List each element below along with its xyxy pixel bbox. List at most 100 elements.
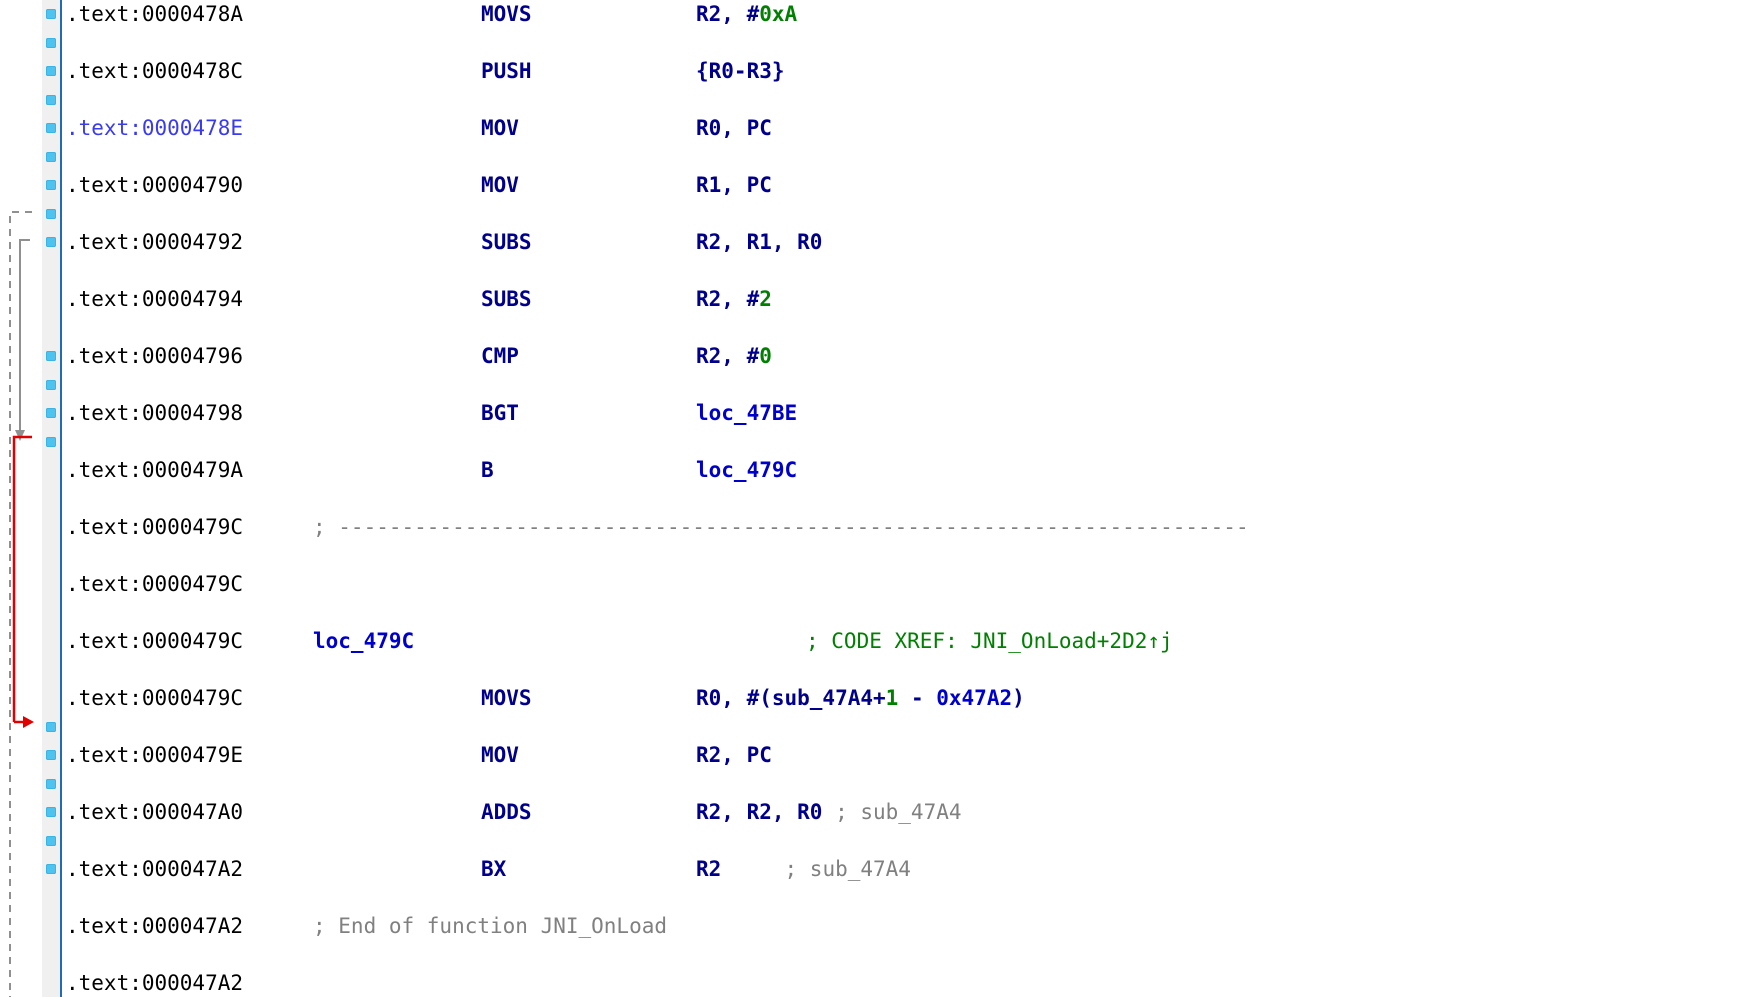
operand-immediate: 1 — [885, 686, 899, 710]
instruction-mnemonic[interactable]: SUBS — [481, 228, 532, 257]
operand-comment: ; sub_47A4 — [835, 800, 962, 824]
disasm-line[interactable]: .text:000047A2 — [66, 969, 1761, 997]
breakpoint-marker-icon[interactable] — [46, 721, 56, 732]
breakpoint-marker-icon[interactable] — [46, 408, 56, 418]
breakpoint-marker-icon[interactable] — [46, 123, 56, 133]
instruction-operands[interactable]: R2, #2 — [696, 285, 772, 314]
breakpoint-marker-icon[interactable] — [46, 778, 56, 789]
breakpoint-marker-icon[interactable] — [46, 208, 56, 219]
disasm-line[interactable]: .text:0000479C — [66, 570, 1761, 599]
breakpoint-marker-icon[interactable] — [46, 66, 56, 76]
instruction-mnemonic[interactable]: MOV — [481, 171, 519, 200]
disasm-line[interactable]: .text:00004798 BGT loc_47BE — [66, 399, 1761, 428]
disasm-line[interactable]: .text:000047A0 ADDS R2, R2, R0 ; sub_47A4 — [66, 798, 1761, 827]
disasm-line[interactable]: .text:00004792 SUBS R2, R1, R0 — [66, 228, 1761, 257]
disasm-line[interactable]: .text:00004790 MOV R1, PC — [66, 171, 1761, 200]
disassembly-view[interactable]: .text:0000478A MOVS R2, #0xA .text:0000478C… — [0, 0, 1761, 997]
instruction-mnemonic[interactable]: CMP — [481, 342, 519, 371]
instruction-operands[interactable]: R2, PC — [696, 741, 772, 770]
disasm-line[interactable]: .text:000047A2 BX R2 ; sub_47A4 — [66, 855, 1761, 884]
instruction-operands[interactable]: R2 ; sub_47A4 — [696, 855, 911, 884]
line-comment: ; End of function JNI_OnLoad — [313, 914, 668, 938]
line-address: .text:0000479C — [66, 686, 244, 710]
operand-text: R2, R1, R0 — [696, 230, 823, 254]
breakpoint-marker-icon[interactable] — [46, 835, 56, 846]
operand-text: ) — [1012, 686, 1025, 710]
disasm-line[interactable]: .text:0000479C ; ------------------------… — [66, 513, 1761, 542]
breakpoint-marker-icon[interactable] — [46, 180, 56, 190]
instruction-mnemonic[interactable]: B — [481, 456, 494, 485]
instruction-mnemonic[interactable]: BX — [481, 855, 506, 884]
breakpoint-marker-icon[interactable] — [46, 436, 56, 447]
breakpoint-marker-icon[interactable] — [46, 351, 56, 361]
flow-arrows-svg — [9, 211, 34, 997]
line-address: .text:0000479C — [66, 572, 244, 596]
separator-comment: ; --------------------------------------… — [313, 515, 1249, 539]
line-address: .text:000047A2 — [66, 971, 244, 995]
operand-text: {R0-R3} — [696, 59, 785, 83]
disasm-line[interactable]: .text:0000478A MOVS R2, #0xA — [66, 0, 1761, 29]
breakpoint-marker-icon[interactable] — [46, 151, 56, 162]
instruction-operands[interactable]: R2, R2, R0 ; sub_47A4 — [696, 798, 962, 827]
operand-comment: ; sub_47A4 — [721, 857, 911, 881]
operand-text: R1, PC — [696, 173, 772, 197]
breakpoint-marker-icon[interactable] — [46, 237, 56, 247]
line-address: .text:00004796 — [66, 344, 244, 368]
operand-reference[interactable]: 0x47A2 — [936, 686, 1012, 710]
breakpoint-marker-icon[interactable] — [46, 94, 56, 105]
instruction-mnemonic[interactable]: MOV — [481, 114, 519, 143]
disasm-line[interactable]: .text:0000479C loc_479C ; CODE XREF: JNI_O… — [66, 627, 1761, 656]
instruction-mnemonic[interactable]: MOVS — [481, 0, 532, 29]
instruction-mnemonic[interactable]: MOV — [481, 741, 519, 770]
operand-text: R2, R2, R0 — [696, 800, 836, 824]
operand-text: - — [898, 686, 937, 710]
disasm-line[interactable]: .text:00004796 CMP R2, #0 — [66, 342, 1761, 371]
instruction-mnemonic[interactable]: ADDS — [481, 798, 532, 827]
code-label[interactable]: loc_479C — [313, 627, 414, 656]
disasm-line[interactable]: .text:0000479A Bloc_479C — [66, 456, 1761, 485]
breakpoint-marker-strip[interactable] — [42, 0, 62, 997]
line-address: .text:0000479A — [66, 458, 244, 482]
operand-reference[interactable]: loc_479C — [696, 458, 797, 482]
instruction-operands[interactable]: R2, #0xA — [696, 0, 797, 29]
breakpoint-marker-icon[interactable] — [46, 750, 56, 760]
instruction-operands[interactable]: R0, PC — [696, 114, 772, 143]
code-xref-comment[interactable]: ; CODE XREF: JNI_OnLoad+2D2↑j — [806, 627, 1173, 656]
disasm-line[interactable]: .text:00004794 SUBS R2, #2 — [66, 285, 1761, 314]
instruction-operands[interactable]: loc_47BE — [696, 399, 797, 428]
line-address: .text:00004794 — [66, 287, 244, 311]
disasm-line[interactable]: .text:0000478E MOV R0, PC — [66, 114, 1761, 143]
breakpoint-marker-icon[interactable] — [46, 37, 56, 48]
breakpoint-marker-icon[interactable] — [46, 379, 56, 390]
instruction-mnemonic[interactable]: MOVS — [481, 684, 532, 713]
operand-text: R0, PC — [696, 116, 772, 140]
instruction-operands[interactable]: R2, R1, R0 — [696, 228, 822, 257]
operand-text: R2, # — [696, 287, 760, 311]
operand-reference[interactable]: loc_47BE — [696, 401, 797, 425]
line-address: .text:000047A2 — [66, 914, 244, 938]
disasm-line[interactable]: .text:0000479C MOVS R0, #(sub_47A4+1 - 0x4… — [66, 684, 1761, 713]
instruction-operands[interactable]: R0, #(sub_47A4+1 - 0x47A2) — [696, 684, 1025, 713]
instruction-operands[interactable]: {R0-R3} — [696, 57, 785, 86]
instruction-mnemonic[interactable]: SUBS — [481, 285, 532, 314]
line-address: .text:00004798 — [66, 401, 244, 425]
instruction-mnemonic[interactable]: PUSH — [481, 57, 532, 86]
breakpoint-marker-icon[interactable] — [46, 864, 56, 874]
breakpoint-marker-icon[interactable] — [46, 807, 56, 817]
operand-text: R2 — [696, 857, 722, 881]
code-listing[interactable]: .text:0000478A MOVS R2, #0xA .text:0000478C… — [62, 0, 1761, 997]
breakpoint-marker-icon[interactable] — [46, 9, 56, 19]
operand-immediate: 0xA — [759, 2, 798, 26]
operand-text: R2, # — [696, 2, 760, 26]
line-address: .text:0000478A — [66, 2, 244, 26]
instruction-operands[interactable]: loc_479C — [696, 456, 797, 485]
disasm-line[interactable]: .text:000047A2 ; End of function JNI_OnLo… — [66, 912, 1761, 941]
line-address: .text:00004792 — [66, 230, 244, 254]
disasm-line[interactable]: .text:0000479E MOV R2, PC — [66, 741, 1761, 770]
operand-immediate: 2 — [759, 287, 772, 311]
line-address: .text:0000478C — [66, 59, 244, 83]
instruction-mnemonic[interactable]: BGT — [481, 399, 519, 428]
disasm-line[interactable]: .text:0000478C PUSH {R0-R3} — [66, 57, 1761, 86]
instruction-operands[interactable]: R2, #0 — [696, 342, 772, 371]
instruction-operands[interactable]: R1, PC — [696, 171, 772, 200]
